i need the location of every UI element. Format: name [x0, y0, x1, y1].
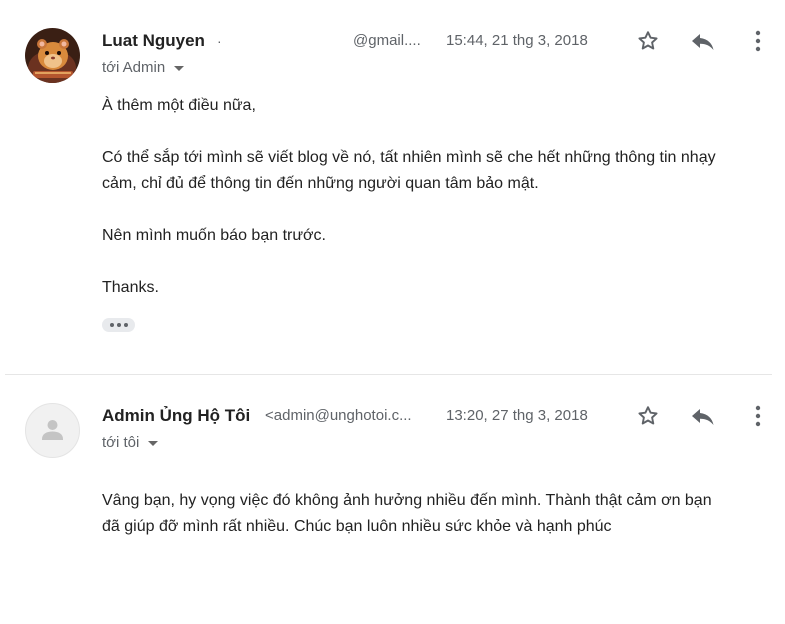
recipient-dropdown[interactable]: tới tôi [102, 434, 159, 451]
message-body: À thêm một điều nữa, Có thể sắp tới mình… [102, 93, 752, 301]
sender-avatar[interactable] [25, 403, 80, 458]
sender-name[interactable]: Luat Nguyen [102, 31, 205, 51]
sender-avatar[interactable] [25, 28, 80, 83]
message-divider [5, 374, 772, 375]
more-horiz-icon [109, 323, 114, 327]
chevron-down-icon [174, 66, 185, 71]
reply-icon [692, 409, 714, 425]
more-vert-icon [755, 405, 761, 427]
more-vert-icon [755, 30, 761, 52]
reply-icon [692, 34, 714, 50]
email-message-2: Admin Ủng Hộ Tôi <admin@unghotoi.c... 13… [0, 376, 772, 624]
body-paragraph: Nên mình muốn báo bạn trước. [102, 227, 326, 244]
body-paragraph: Thanks. [102, 279, 159, 296]
recipient-label: tới tôi [102, 434, 140, 451]
sender-separator: · [217, 33, 222, 49]
body-paragraph: À thêm một điều nữa, [102, 97, 256, 114]
recipient-label: tới Admin [102, 59, 166, 76]
star-button[interactable] [634, 27, 662, 55]
more-options-button[interactable] [744, 27, 772, 55]
recipient-dropdown[interactable]: tới Admin [102, 59, 185, 76]
message-body: Vâng bạn, hy vọng việc đó không ảnh hưởn… [102, 488, 727, 540]
star-icon [638, 406, 658, 425]
more-horiz-icon [123, 323, 128, 327]
message-date: 13:20, 27 thg 3, 2018 [446, 407, 588, 424]
star-button[interactable] [634, 402, 662, 430]
reply-button[interactable] [689, 402, 717, 430]
hamster-avatar-icon [25, 28, 80, 83]
show-trimmed-content-button[interactable] [102, 318, 135, 332]
more-horiz-icon [116, 323, 121, 327]
sender-name[interactable]: Admin Ủng Hộ Tôi [102, 406, 250, 426]
reply-button[interactable] [689, 27, 717, 55]
sender-email[interactable]: <admin@unghotoi.c... [265, 407, 412, 424]
chevron-down-icon [148, 441, 159, 446]
default-person-icon [42, 420, 63, 440]
more-options-button[interactable] [744, 402, 772, 430]
message-date: 15:44, 21 thg 3, 2018 [446, 32, 588, 49]
sender-email[interactable]: @gmail.... [353, 32, 421, 49]
star-icon [638, 31, 658, 50]
body-paragraph: Có thể sắp tới mình sẽ viết blog về nó, … [102, 149, 716, 192]
email-message-1: Luat Nguyen · @gmail.... 15:44, 21 thg 3… [0, 0, 772, 375]
body-paragraph: Vâng bạn, hy vọng việc đó không ảnh hưởn… [102, 492, 712, 535]
